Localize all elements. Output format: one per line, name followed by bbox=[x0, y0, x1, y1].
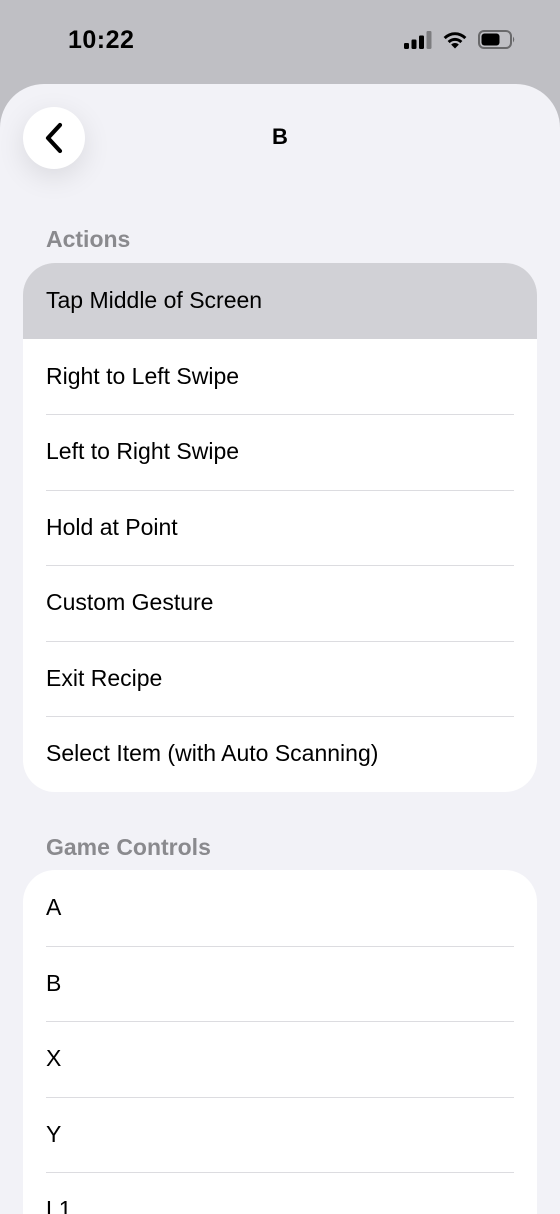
cellular-signal-icon bbox=[404, 30, 432, 49]
list-item-exit-recipe[interactable]: Exit Recipe bbox=[23, 640, 537, 717]
list-item-b[interactable]: B bbox=[23, 945, 537, 1022]
actions-list: Tap Middle of Screen Right to Left Swipe… bbox=[23, 263, 537, 792]
status-bar: 10:22 bbox=[0, 0, 560, 84]
list-item-a[interactable]: A bbox=[23, 870, 537, 946]
section-header-game-controls: Game Controls bbox=[46, 834, 211, 860]
list-item-select-item-auto-scanning[interactable]: Select Item (with Auto Scanning) bbox=[23, 716, 537, 792]
list-item-tap-middle-of-screen[interactable]: Tap Middle of Screen bbox=[23, 263, 537, 339]
list-item-y[interactable]: Y bbox=[23, 1096, 537, 1173]
section-header-actions: Actions bbox=[46, 226, 131, 252]
list-item-right-to-left-swipe[interactable]: Right to Left Swipe bbox=[23, 339, 537, 415]
status-time: 10:22 bbox=[68, 26, 135, 54]
wifi-icon bbox=[443, 32, 467, 49]
list-item-hold-at-point[interactable]: Hold at Point bbox=[23, 489, 537, 566]
page-title: B bbox=[272, 124, 288, 149]
list-item-x[interactable]: X bbox=[23, 1021, 537, 1097]
battery-icon bbox=[478, 30, 515, 49]
list-item-l1[interactable]: L1 bbox=[23, 1172, 537, 1214]
list-item-left-to-right-swipe[interactable]: Left to Right Swipe bbox=[23, 414, 537, 490]
game-controls-list: A B X Y L1 bbox=[23, 870, 537, 1214]
list-item-custom-gesture[interactable]: Custom Gesture bbox=[23, 565, 537, 641]
status-icons bbox=[404, 30, 516, 49]
settings-sheet: B Actions Tap Middle of Screen Right to … bbox=[0, 84, 560, 1214]
